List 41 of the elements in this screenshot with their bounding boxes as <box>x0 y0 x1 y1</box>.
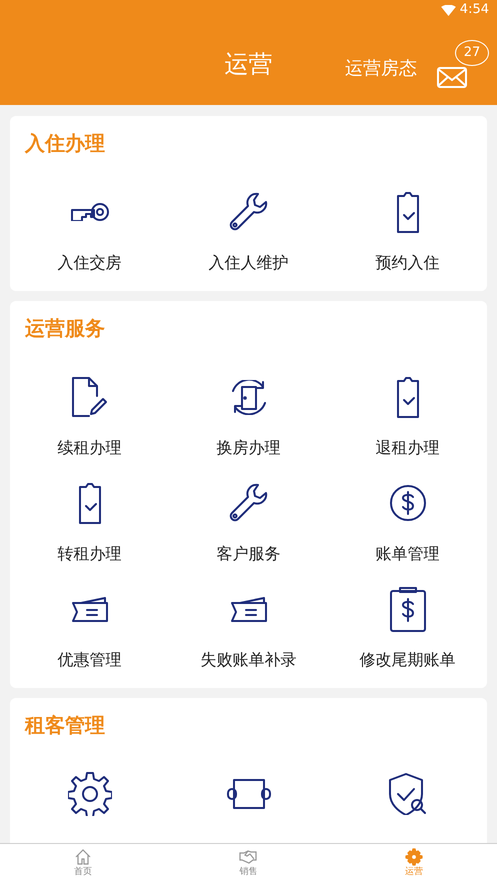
status-time: 4:54 <box>460 1 489 20</box>
message-count-badge: 27 <box>455 40 489 66</box>
home-icon <box>74 848 92 866</box>
section-title: 入住办理 <box>25 130 105 156</box>
menu-item[interactable]: 转租办理 <box>10 479 169 565</box>
menu-item[interactable]: 换房办理 <box>169 373 328 459</box>
gear-icon <box>68 772 112 816</box>
menu-item[interactable]: 优惠管理 <box>10 585 169 671</box>
menu-item[interactable]: 修改尾期账单 <box>328 585 487 671</box>
menu-item[interactable]: 预约入住 <box>328 188 487 274</box>
door-swap-icon <box>232 380 266 414</box>
mail-icon <box>437 64 469 89</box>
key-icon <box>70 203 108 221</box>
menu-item[interactable]: 客户服务 <box>169 479 328 565</box>
dollar-icon <box>390 485 426 521</box>
wrench-icon <box>229 192 268 232</box>
nav-tab[interactable]: 首页 <box>0 844 166 883</box>
menu-item[interactable]: 入住交房 <box>10 188 169 274</box>
menu-item[interactable]: 退租办理 <box>328 373 487 459</box>
mail-button[interactable] <box>437 64 469 88</box>
clipboard-dollar-icon <box>390 586 426 632</box>
wrench-icon <box>229 483 268 523</box>
menu-item[interactable]: 账单管理 <box>328 479 487 565</box>
clipboard-check-icon <box>396 191 418 233</box>
menu-item[interactable]: 失败账单补录 <box>169 585 328 671</box>
page-title: 运营 <box>224 52 272 76</box>
ticket-icon <box>72 596 108 622</box>
document-pen-icon <box>71 377 108 417</box>
ticket-icon <box>230 596 266 622</box>
wifi-icon <box>440 4 456 16</box>
section-title: 运营服务 <box>25 315 105 341</box>
menu-item[interactable]: 入住人维护 <box>169 188 328 274</box>
clipboard-check-icon <box>78 482 100 524</box>
shield-search-icon <box>388 773 426 815</box>
gear-icon <box>405 848 424 866</box>
clipboard-check-icon <box>396 376 418 418</box>
handshake-icon <box>239 848 258 866</box>
menu-item[interactable]: 续租办理 <box>10 373 169 459</box>
section-title: 租客管理 <box>25 712 105 738</box>
nav-tab[interactable]: 销售 <box>166 844 332 883</box>
frame-icon <box>226 779 270 809</box>
